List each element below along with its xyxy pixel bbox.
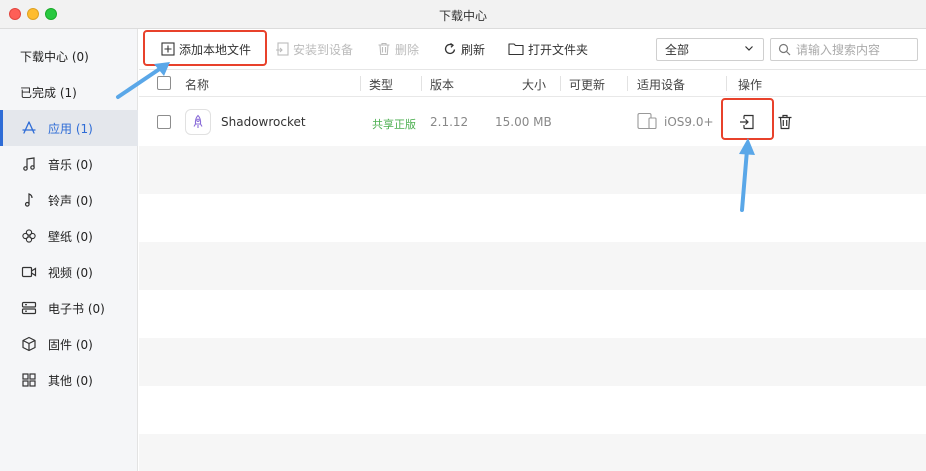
video-icon — [20, 263, 38, 281]
sidebar-item-label: 已完成 (1) — [20, 85, 77, 100]
sidebar-item-label: 音乐 (0) — [48, 157, 93, 172]
table-row — [139, 338, 926, 386]
delete-button[interactable]: 删除 — [377, 40, 419, 58]
column-divider — [421, 76, 422, 91]
chevron-down-icon — [745, 46, 753, 51]
trash-icon — [378, 42, 390, 56]
install-icon — [276, 42, 289, 56]
table-row[interactable]: Shadowrocket 共享正版 2.1.12 15.00 MB iOS9.0… — [139, 98, 926, 146]
app-name: Shadowrocket — [221, 115, 306, 129]
sidebar-item-ringtones[interactable]: 铃声 (0) — [0, 182, 138, 218]
column-header-device[interactable]: 适用设备 — [637, 76, 685, 93]
column-header-version[interactable]: 版本 — [430, 76, 454, 93]
sidebar-item-label: 壁纸 (0) — [48, 229, 93, 244]
sidebar-item-label: 其他 (0) — [48, 373, 93, 388]
table-row — [139, 194, 926, 242]
sidebar-item-firmware[interactable]: 固件 (0) — [0, 326, 138, 362]
app-icon — [185, 109, 211, 135]
table-row — [139, 146, 926, 194]
open-folder-label: 打开文件夹 — [528, 42, 589, 57]
app-version: 2.1.12 — [430, 115, 469, 129]
refresh-icon — [444, 42, 456, 55]
trash-icon — [778, 114, 792, 130]
column-header-type[interactable]: 类型 — [369, 76, 393, 93]
search-box[interactable] — [770, 38, 918, 61]
sidebar-item-label: 固件 (0) — [48, 337, 93, 352]
column-divider — [560, 76, 561, 91]
ebook-icon — [20, 299, 38, 317]
device-icon — [637, 112, 657, 133]
column-header-actions: 操作 — [738, 78, 763, 92]
refresh-label: 刷新 — [461, 42, 486, 57]
table-row — [139, 386, 926, 434]
title-bar: 下载中心 — [0, 0, 926, 29]
search-input[interactable] — [796, 42, 914, 57]
grid-icon — [20, 371, 38, 389]
device-compat: iOS9.0+ — [664, 115, 714, 129]
folder-icon — [508, 43, 524, 56]
table-body: Shadowrocket 共享正版 2.1.12 15.00 MB iOS9.0… — [139, 98, 926, 471]
cube-icon — [20, 335, 38, 353]
refresh-button[interactable]: 刷新 — [443, 40, 485, 58]
sidebar-item-label: 电子书 (0) — [48, 301, 105, 316]
category-filter-value: 全部 — [665, 43, 690, 57]
column-header-name[interactable]: 名称 — [185, 76, 209, 93]
license-type-badge: 共享正版 — [372, 118, 416, 131]
search-icon — [778, 43, 791, 56]
row-checkbox[interactable] — [157, 115, 171, 129]
flower-icon — [20, 227, 38, 245]
delete-app-button[interactable] — [776, 113, 794, 131]
sidebar-item-label: 下载中心 (0) — [20, 49, 89, 64]
sidebar-item-label: 应用 (1) — [48, 121, 93, 136]
open-folder-button[interactable]: 打开文件夹 — [508, 40, 588, 58]
sidebar-item-label: 视频 (0) — [48, 265, 93, 280]
install-to-device-label: 安装到设备 — [293, 42, 354, 57]
sidebar-item-other[interactable]: 其他 (0) — [0, 362, 138, 398]
sidebar-item-videos[interactable]: 视频 (0) — [0, 254, 138, 290]
column-header-updatable[interactable]: 可更新 — [569, 76, 605, 93]
ringtone-icon — [20, 191, 38, 209]
table-row — [139, 434, 926, 471]
delete-label: 删除 — [395, 42, 420, 57]
install-to-device-button[interactable]: 安装到设备 — [275, 40, 353, 58]
annotation-arrow-up — [739, 138, 755, 212]
column-divider — [726, 76, 727, 91]
sidebar-item-ebooks[interactable]: 电子书 (0) — [0, 290, 138, 326]
app-size: 15.00 MB — [495, 115, 552, 129]
table-row — [139, 242, 926, 290]
sidebar-item-label: 铃声 (0) — [48, 193, 93, 208]
column-divider — [627, 76, 628, 91]
column-header-size[interactable]: 大小 — [522, 76, 546, 93]
sidebar-item-wallpapers[interactable]: 壁纸 (0) — [0, 218, 138, 254]
column-divider — [360, 76, 361, 91]
app-store-icon — [20, 119, 38, 137]
category-filter-select[interactable]: 全部 — [656, 38, 764, 61]
sidebar-item-music[interactable]: 音乐 (0) — [0, 146, 138, 182]
table-row — [139, 290, 926, 338]
rocket-icon — [193, 114, 203, 128]
annotation-arrow-up-right — [116, 62, 170, 99]
sidebar-item-apps[interactable]: 应用 (1) — [0, 110, 138, 146]
music-note-icon — [20, 155, 38, 173]
window-title: 下载中心 — [438, 9, 487, 23]
table-header: 名称 类型 版本 大小 可更新 适用设备 操作 — [139, 70, 926, 97]
